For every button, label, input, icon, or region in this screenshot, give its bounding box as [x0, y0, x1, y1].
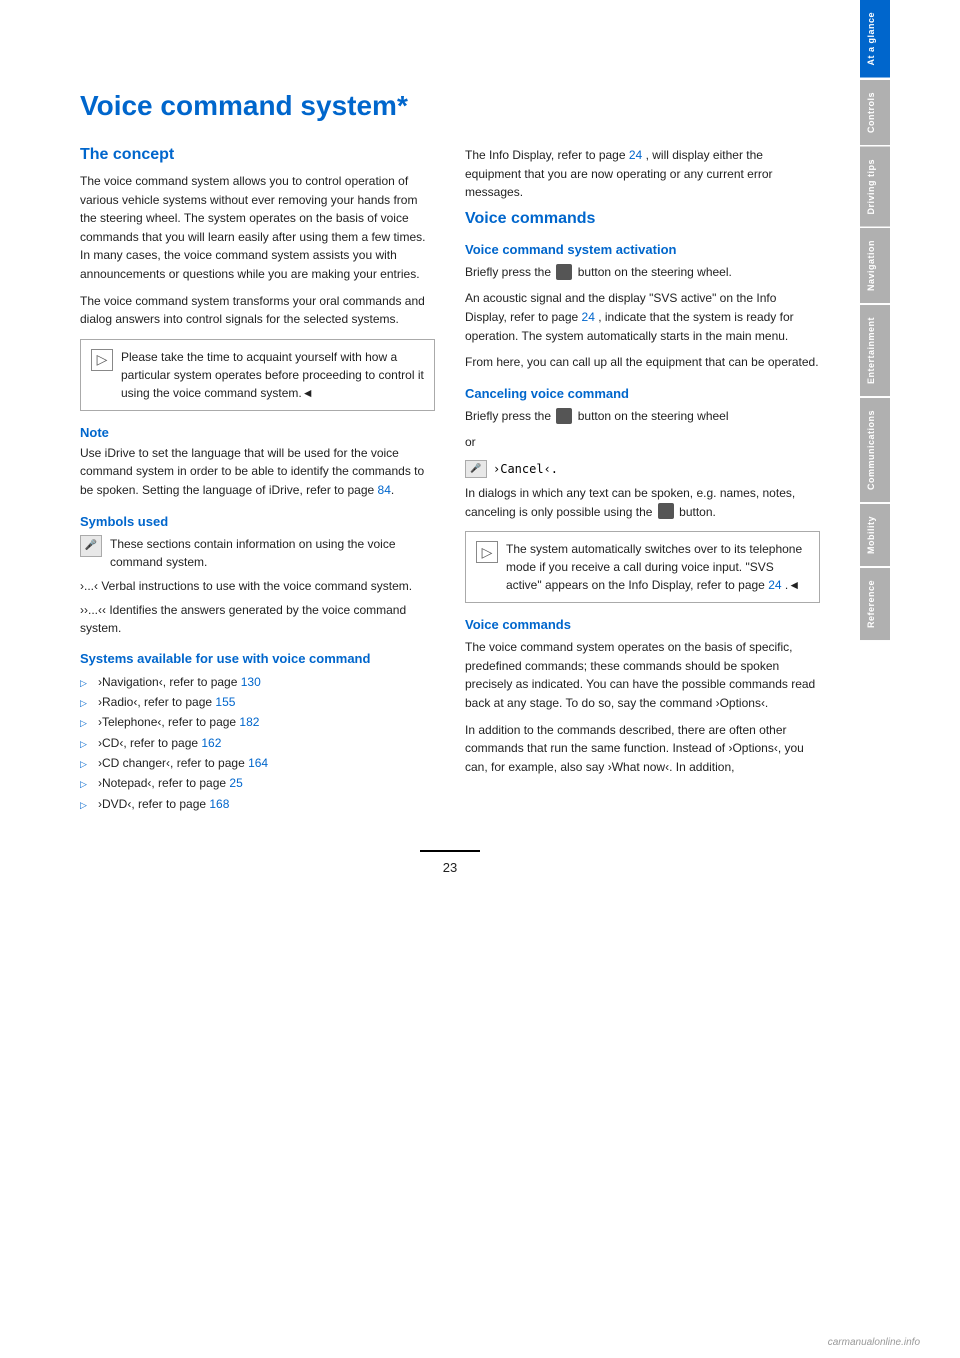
list-item: ›DVD‹, refer to page 168: [80, 794, 435, 814]
watermark: carmanualonline.info: [828, 1337, 920, 1348]
sidebar-tab-mobility[interactable]: Mobility: [860, 504, 890, 566]
info-triangle-icon-2: ▷: [476, 541, 498, 563]
telephone-page-link[interactable]: 182: [239, 715, 259, 729]
sidebar-tab-entertainment[interactable]: Entertainment: [860, 305, 890, 396]
cancel-voice-icon: 🎤: [465, 460, 487, 478]
concept-text-1: The voice command system allows you to c…: [80, 172, 435, 284]
activation-page-link[interactable]: 24: [582, 310, 595, 324]
steering-button-icon: [556, 264, 572, 280]
symbol-item-2: ›...‹ Verbal instructions to use with th…: [80, 577, 435, 595]
sidebar-tab-navigation[interactable]: Navigation: [860, 228, 890, 303]
note-heading: Note: [80, 425, 435, 440]
cancel-text-1: Briefly press the button on the steering…: [465, 407, 820, 426]
activation-text-2: An acoustic signal and the display "SVS …: [465, 289, 820, 345]
cancel-button-icon: [556, 408, 572, 424]
nav-page-link[interactable]: 130: [241, 675, 261, 689]
sidebar: At a glance Controls Driving tips Naviga…: [860, 0, 890, 1358]
cd-page-link[interactable]: 162: [201, 736, 221, 750]
list-item: ›CD‹, refer to page 162: [80, 733, 435, 753]
cd-changer-page-link[interactable]: 164: [248, 756, 268, 770]
list-item: ›Telephone‹, refer to page 182: [80, 712, 435, 732]
note-text: Use iDrive to set the language that will…: [80, 444, 435, 500]
symbol-item-1: 🎤 These sections contain information on …: [80, 535, 435, 571]
activation-text-3: From here, you can call up all the equip…: [465, 353, 820, 372]
voice-cmds-text-2: In addition to the commands described, t…: [465, 721, 820, 777]
symbol-text-2: ›...‹ Verbal instructions to use with th…: [80, 577, 412, 595]
page-title: Voice command system*: [80, 90, 820, 122]
voice-cmds-heading: Voice commands: [465, 617, 820, 632]
cancel-cmd-text: ›Cancel‹.: [493, 462, 558, 476]
cancel-info-box: ▷ The system automatically switches over…: [465, 531, 820, 603]
concept-text-2: The voice command system transforms your…: [80, 292, 435, 329]
cancel-btn-inline-icon: [658, 503, 674, 519]
list-item: ›Notepad‹, refer to page 25: [80, 773, 435, 793]
left-column: The concept The voice command system all…: [80, 146, 435, 820]
symbol-voice-icon: 🎤: [80, 535, 102, 557]
symbol-text-3: ››...‹‹ Identifies the answers generated…: [80, 601, 435, 637]
activation-heading: Voice command system activation: [465, 242, 820, 257]
systems-heading: Systems available for use with voice com…: [80, 651, 435, 666]
main-content: Voice command system* The concept The vo…: [0, 0, 860, 1358]
concept-info-box: ▷ Please take the time to acquaint yours…: [80, 339, 435, 411]
list-item: ›Radio‹, refer to page 155: [80, 692, 435, 712]
concept-info-text: Please take the time to acquaint yoursel…: [121, 348, 424, 402]
right-column: The Info Display, refer to page 24 , wil…: [465, 146, 820, 820]
dvd-page-link[interactable]: 168: [209, 797, 229, 811]
page-number: 23: [420, 850, 480, 875]
two-column-layout: The concept The voice command system all…: [80, 146, 820, 820]
sidebar-tab-controls[interactable]: Controls: [860, 80, 890, 145]
activation-text-1: Briefly press the button on the steering…: [465, 263, 820, 282]
cancel-or: or: [465, 433, 820, 452]
list-item: ›Navigation‹, refer to page 130: [80, 672, 435, 692]
voice-commands-heading: Voice commands: [465, 210, 820, 228]
page-container: Voice command system* The concept The vo…: [0, 0, 960, 1358]
symbol-item-3: ››...‹‹ Identifies the answers generated…: [80, 601, 435, 637]
info-display-page-link[interactable]: 24: [629, 148, 642, 162]
info-display-text: The Info Display, refer to page 24 , wil…: [465, 146, 820, 202]
radio-page-link[interactable]: 155: [215, 695, 235, 709]
list-item: ›CD changer‹, refer to page 164: [80, 753, 435, 773]
cancel-command-display: 🎤 ›Cancel‹.: [465, 460, 820, 478]
symbol-text-1: These sections contain information on us…: [110, 535, 435, 571]
cancel-text-2: In dialogs in which any text can be spok…: [465, 484, 820, 521]
notepad-page-link[interactable]: 25: [229, 776, 242, 790]
sidebar-tab-communications[interactable]: Communications: [860, 398, 890, 502]
voice-cmds-text-1: The voice command system operates on the…: [465, 638, 820, 712]
cancel-heading: Canceling voice command: [465, 386, 820, 401]
systems-list: ›Navigation‹, refer to page 130 ›Radio‹,…: [80, 672, 435, 815]
sidebar-tab-reference[interactable]: Reference: [860, 568, 890, 640]
info-triangle-icon: ▷: [91, 349, 113, 371]
cancel-info-text: The system automatically switches over t…: [506, 540, 809, 594]
note-page-link[interactable]: 84: [378, 483, 391, 497]
sidebar-tab-driving-tips[interactable]: Driving tips: [860, 147, 890, 227]
info-box2-page-link[interactable]: 24: [768, 578, 781, 592]
symbols-heading: Symbols used: [80, 514, 435, 529]
concept-heading: The concept: [80, 146, 435, 164]
sidebar-tab-at-a-glance[interactable]: At a glance: [860, 0, 890, 78]
